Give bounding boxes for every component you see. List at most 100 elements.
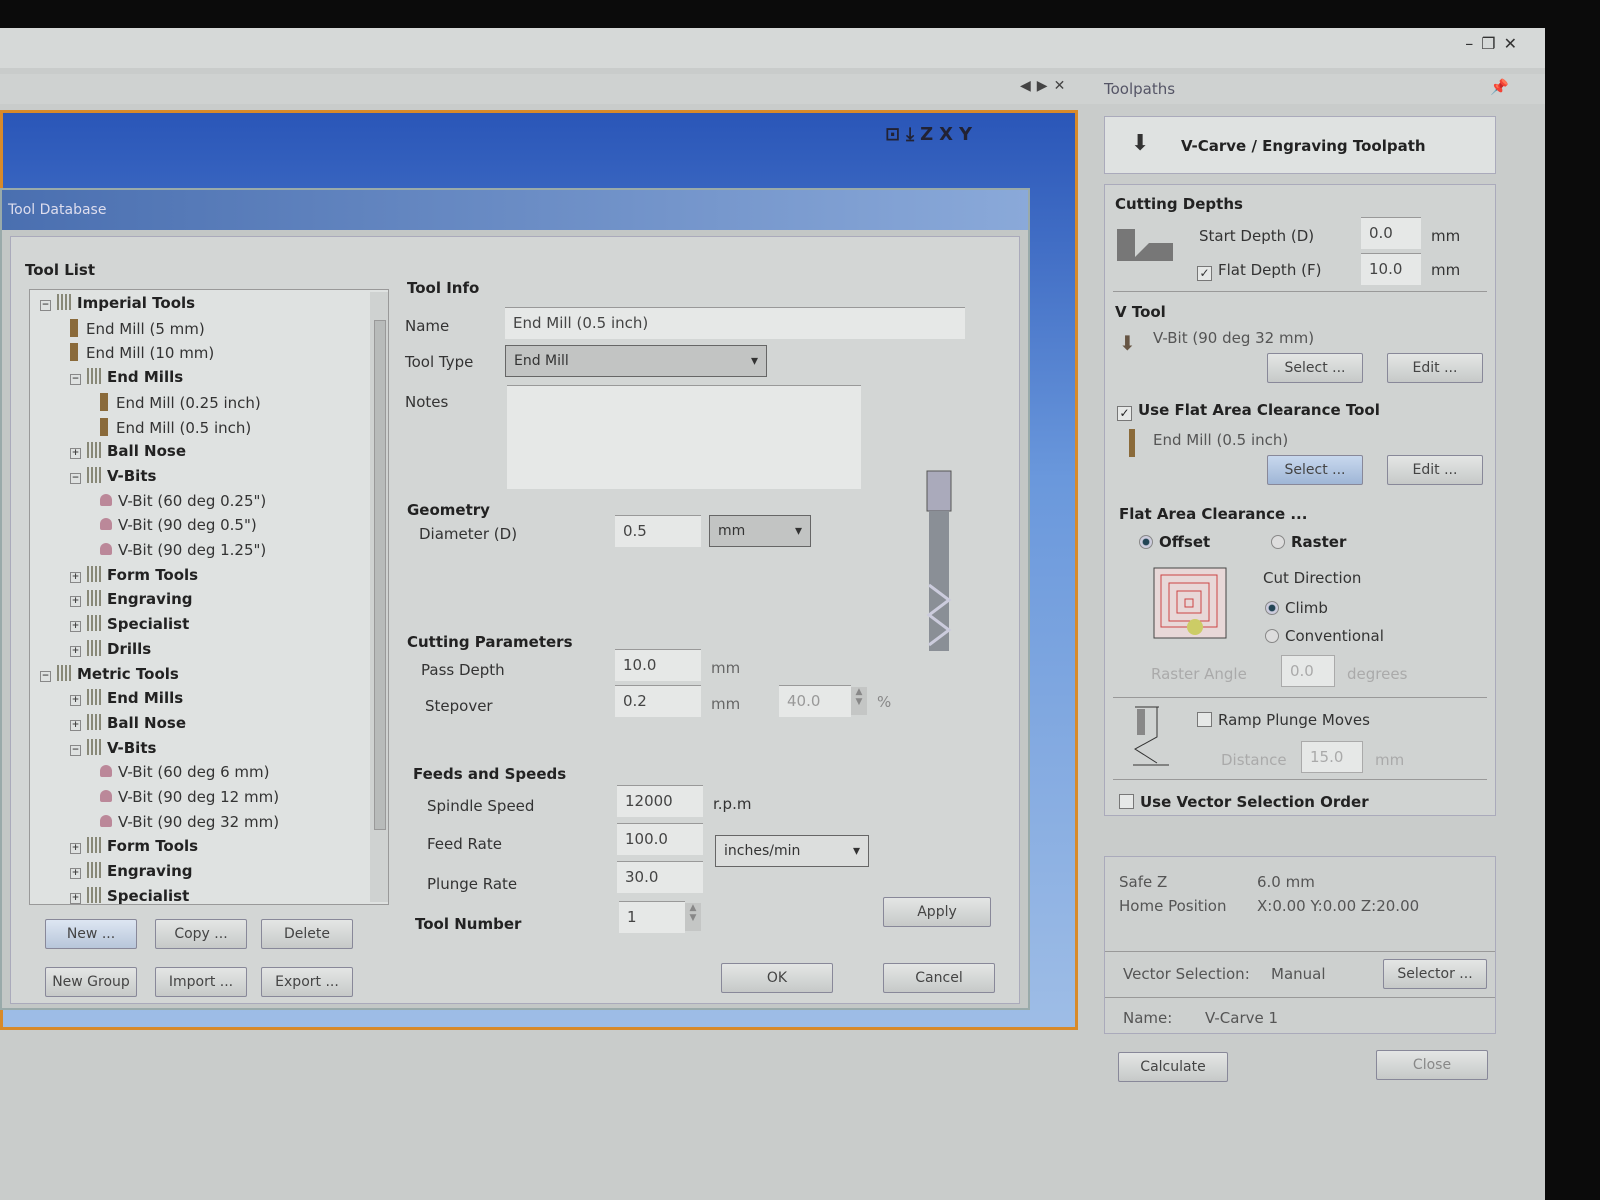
- expand-icon[interactable]: +: [70, 843, 81, 855]
- radio-icon[interactable]: [1139, 535, 1153, 549]
- close-button[interactable]: ✕: [1504, 34, 1525, 53]
- pin-icon[interactable]: 📌: [1490, 78, 1509, 96]
- diameter-input[interactable]: 0.5: [615, 515, 701, 547]
- tree-item[interactable]: + Specialist: [70, 615, 189, 633]
- tool-tree[interactable]: − Imperial Tools End Mill (5 mm) End Mill (…: [29, 289, 389, 905]
- export-button[interactable]: Export ...: [261, 967, 353, 997]
- tool-name-input[interactable]: End Mill (0.5 inch): [505, 307, 965, 339]
- stepover-percent-input[interactable]: 40.0: [779, 685, 851, 717]
- checkbox-icon[interactable]: [1197, 712, 1212, 727]
- tree-item[interactable]: − End Mills: [70, 368, 183, 386]
- climb-radio[interactable]: Climb: [1265, 599, 1328, 617]
- tree-item[interactable]: End Mill (10 mm): [70, 343, 214, 362]
- radio-icon[interactable]: [1265, 629, 1279, 643]
- v-tool-edit-button[interactable]: Edit ...: [1387, 353, 1483, 383]
- flat-tool-select-button[interactable]: Select ...: [1267, 455, 1363, 485]
- check-icon[interactable]: ✓: [1197, 266, 1212, 281]
- x-view-icon[interactable]: X: [939, 124, 959, 145]
- tree-item[interactable]: V-Bit (90 deg 32 mm): [100, 813, 279, 831]
- check-icon[interactable]: ✓: [1117, 406, 1132, 421]
- tree-item[interactable]: + Drills: [70, 639, 151, 658]
- iso-view-icon[interactable]: ⤓: [906, 124, 920, 145]
- tree-item[interactable]: − V-Bits: [70, 738, 156, 757]
- expand-icon[interactable]: +: [70, 892, 81, 904]
- scrollbar-thumb[interactable]: [374, 320, 386, 830]
- raster-angle-input[interactable]: 0.0: [1281, 655, 1335, 687]
- radio-icon[interactable]: [1265, 601, 1279, 615]
- minimize-button[interactable]: –: [1465, 34, 1481, 53]
- stepover-spinner[interactable]: ▲ ▼: [851, 687, 867, 715]
- tool-number-input[interactable]: 1: [619, 901, 685, 933]
- tree-item[interactable]: + End Mills: [70, 689, 183, 707]
- collapse-icon[interactable]: −: [70, 374, 81, 386]
- tree-item[interactable]: End Mill (0.5 inch): [100, 417, 251, 437]
- tree-item[interactable]: − Metric Tools: [40, 664, 179, 683]
- ok-button[interactable]: OK: [721, 963, 833, 993]
- tree-item[interactable]: + Form Tools: [70, 837, 198, 855]
- tree-item[interactable]: + Specialist: [70, 886, 189, 905]
- stepover-input[interactable]: 0.2: [615, 685, 701, 717]
- flat-depth-checkbox[interactable]: ✓ Flat Depth (F): [1197, 261, 1321, 281]
- tree-item[interactable]: + Form Tools: [70, 565, 198, 584]
- tree-item[interactable]: + Engraving: [70, 862, 193, 880]
- radio-icon[interactable]: [1271, 535, 1285, 549]
- tree-item[interactable]: V-Bit (60 deg 6 mm): [100, 763, 270, 781]
- expand-icon[interactable]: +: [70, 571, 81, 583]
- prev-tab-icon[interactable]: ◀: [1020, 78, 1037, 94]
- tree-item[interactable]: − V-Bits: [70, 466, 156, 485]
- copy-tool-button[interactable]: Copy ...: [155, 919, 247, 949]
- raster-radio[interactable]: Raster: [1271, 533, 1346, 551]
- notes-textarea[interactable]: [507, 385, 861, 489]
- start-depth-input[interactable]: 0.0: [1361, 217, 1421, 249]
- collapse-icon[interactable]: −: [70, 744, 81, 756]
- tree-item[interactable]: + Engraving: [70, 590, 193, 608]
- apply-button[interactable]: Apply: [883, 897, 991, 927]
- new-tool-button[interactable]: New ...: [45, 919, 137, 949]
- tree-item[interactable]: V-Bit (90 deg 0.5"): [100, 516, 257, 534]
- vector-order-checkbox[interactable]: Use Vector Selection Order: [1119, 793, 1369, 811]
- fit-view-icon[interactable]: ⊡: [885, 124, 906, 145]
- spindle-speed-input[interactable]: 12000: [617, 785, 703, 817]
- diameter-units-select[interactable]: mm: [709, 515, 811, 547]
- next-tab-icon[interactable]: ▶: [1037, 78, 1054, 94]
- plunge-rate-input[interactable]: 30.0: [617, 861, 703, 893]
- ramp-plunge-checkbox[interactable]: Ramp Plunge Moves: [1197, 711, 1370, 729]
- checkbox-icon[interactable]: [1119, 794, 1134, 809]
- rate-units-select[interactable]: inches/min: [715, 835, 869, 867]
- pass-depth-input[interactable]: 10.0: [615, 649, 701, 681]
- calculate-button[interactable]: Calculate: [1118, 1052, 1228, 1082]
- feed-rate-input[interactable]: 100.0: [617, 823, 703, 855]
- y-view-icon[interactable]: Y: [959, 124, 978, 145]
- tree-item[interactable]: V-Bit (90 deg 1.25"): [100, 541, 266, 559]
- import-button[interactable]: Import ...: [155, 967, 247, 997]
- tree-item[interactable]: End Mill (0.25 inch): [100, 392, 261, 412]
- expand-icon[interactable]: +: [70, 868, 81, 880]
- flat-tool-edit-button[interactable]: Edit ...: [1387, 455, 1483, 485]
- close-view-icon[interactable]: ✕: [1054, 78, 1072, 94]
- delete-tool-button[interactable]: Delete: [261, 919, 353, 949]
- collapse-icon[interactable]: −: [40, 670, 51, 682]
- close-toolpath-button[interactable]: Close: [1376, 1050, 1488, 1080]
- tree-item[interactable]: V-Bit (60 deg 0.25"): [100, 492, 266, 510]
- expand-icon[interactable]: +: [70, 596, 81, 608]
- ramp-distance-input[interactable]: 15.0: [1301, 741, 1363, 773]
- conventional-radio[interactable]: Conventional: [1265, 627, 1384, 645]
- expand-icon[interactable]: +: [70, 645, 81, 657]
- toolpath-name-value[interactable]: V-Carve 1: [1205, 1009, 1278, 1027]
- tool-type-select[interactable]: End Mill: [505, 345, 767, 377]
- new-group-button[interactable]: New Group: [45, 967, 137, 997]
- flat-clearance-tool-checkbox[interactable]: ✓ Use Flat Area Clearance Tool: [1117, 401, 1380, 421]
- collapse-icon[interactable]: −: [40, 300, 51, 311]
- tree-item[interactable]: + Ball Nose: [70, 442, 186, 460]
- tree-item[interactable]: + Ball Nose: [70, 713, 186, 732]
- tree-item[interactable]: V-Bit (90 deg 12 mm): [100, 788, 279, 806]
- offset-radio[interactable]: Offset: [1139, 533, 1210, 551]
- cancel-button[interactable]: Cancel: [883, 963, 995, 993]
- collapse-icon[interactable]: −: [70, 472, 81, 484]
- selector-button[interactable]: Selector ...: [1383, 959, 1487, 989]
- expand-icon[interactable]: +: [70, 719, 81, 731]
- tree-item[interactable]: End Mill (5 mm): [70, 318, 205, 338]
- restore-button[interactable]: ❐: [1481, 34, 1503, 53]
- tree-item[interactable]: − Imperial Tools: [40, 294, 195, 312]
- z-view-icon[interactable]: Z: [920, 124, 939, 145]
